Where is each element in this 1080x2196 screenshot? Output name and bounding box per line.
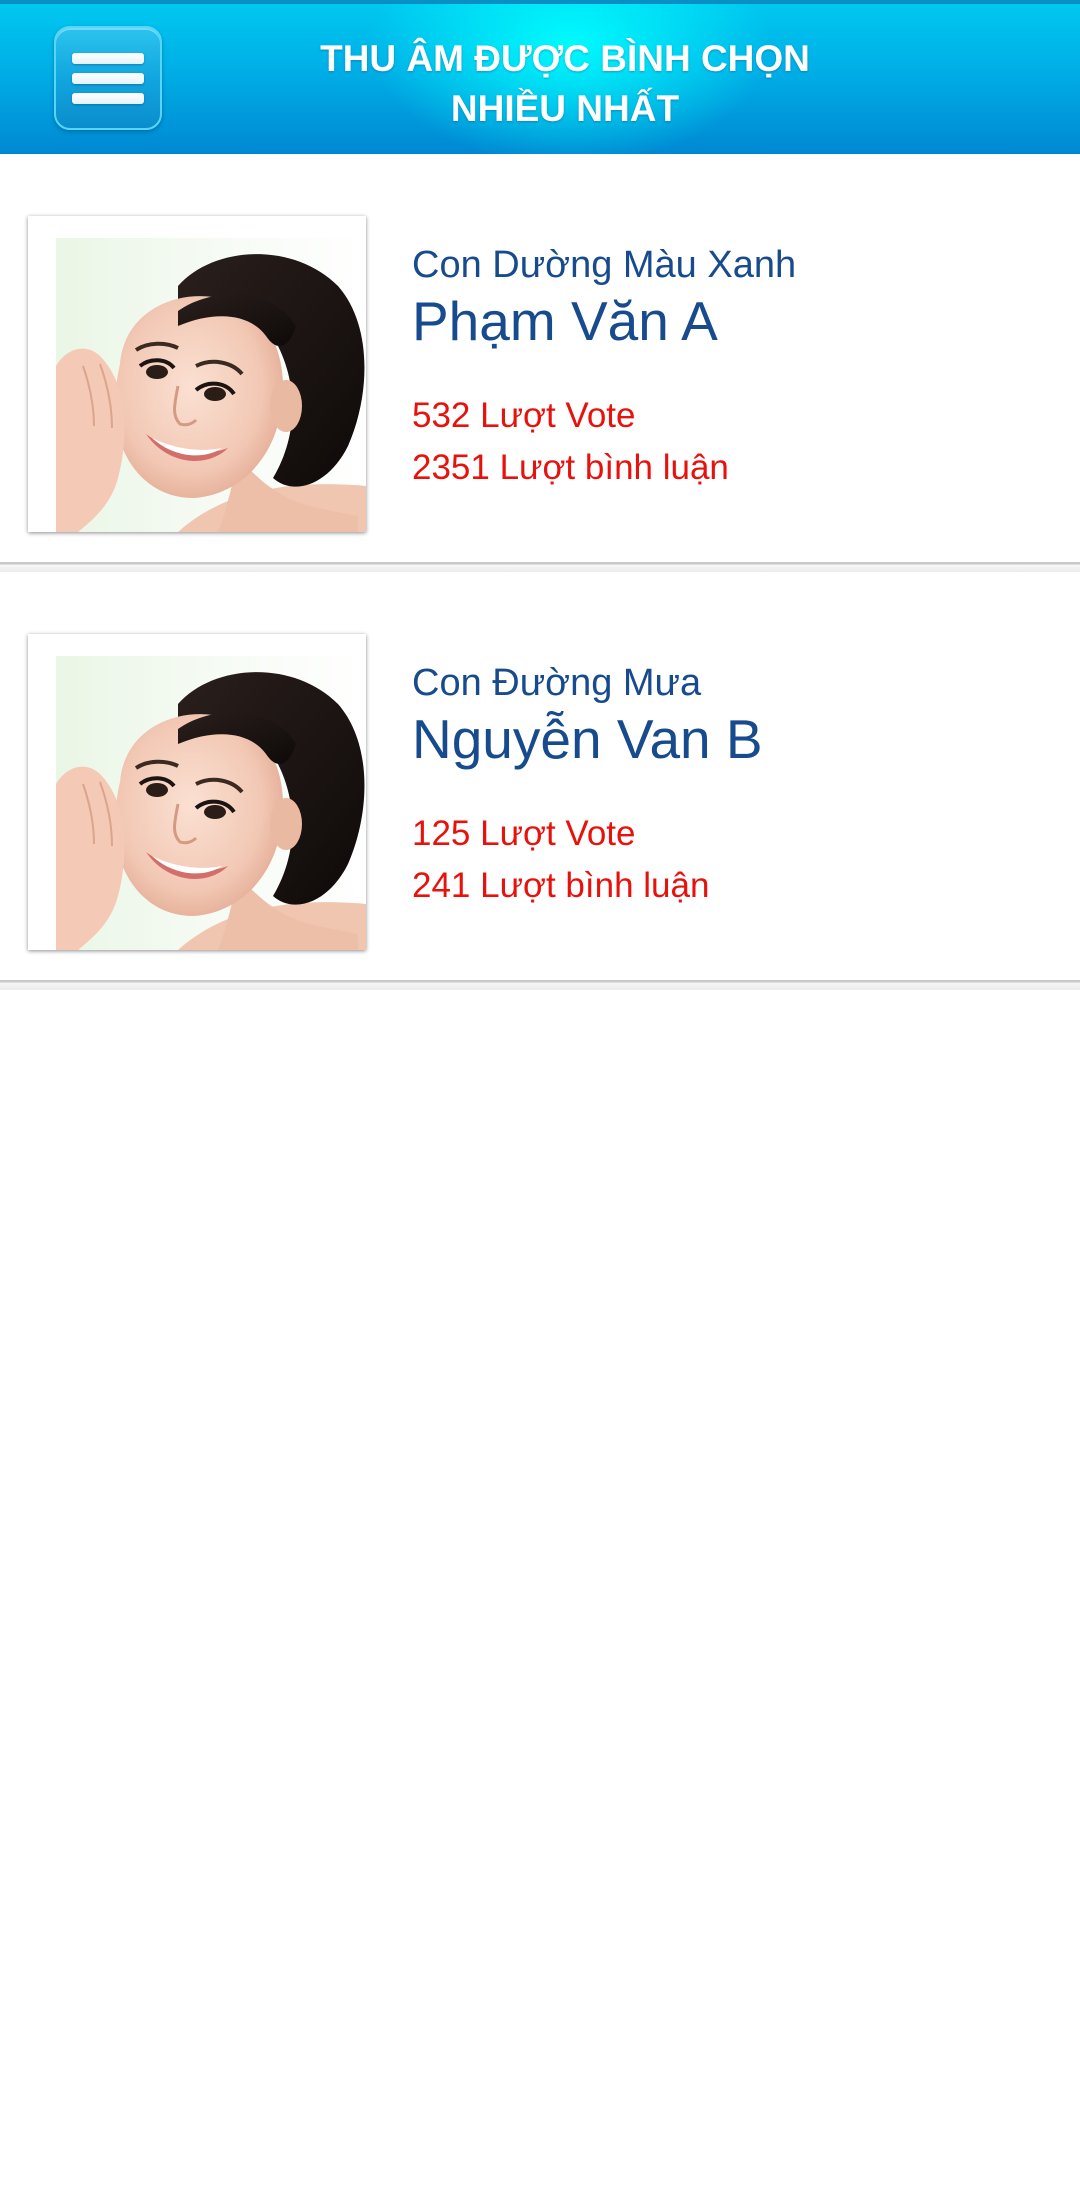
singer-photo-image bbox=[28, 216, 366, 532]
page-title-line-1: THU ÂM ĐƯỢC BÌNH CHỌN bbox=[320, 38, 810, 79]
comment-count: 2351 Lượt bình luận bbox=[412, 448, 729, 487]
song-title: Con Dường Màu Xanh bbox=[412, 244, 797, 286]
menu-button[interactable] bbox=[54, 26, 162, 130]
hamburger-menu-icon-bar bbox=[72, 73, 144, 84]
list-item-recording-1[interactable]: Con Dường Màu Xanh Phạm Văn A 532 Lượt V… bbox=[0, 154, 1080, 572]
vote-count: 125 Lượt Vote bbox=[412, 814, 636, 853]
singer-photo-image bbox=[28, 634, 366, 950]
list-divider bbox=[0, 980, 1080, 990]
app-root: THU ÂM ĐƯỢC BÌNH CHỌN NHIỀU NHẤT Con Dườ… bbox=[0, 0, 1080, 2196]
hamburger-menu-icon-bar bbox=[72, 93, 144, 104]
recording-list: Con Dường Màu Xanh Phạm Văn A 532 Lượt V… bbox=[0, 154, 1080, 990]
comment-count: 241 Lượt bình luận bbox=[412, 866, 710, 905]
recording-info: Con Dường Màu Xanh Phạm Văn A 532 Lượt V… bbox=[412, 242, 1052, 494]
vote-count: 532 Lượt Vote bbox=[412, 396, 636, 435]
song-title: Con Đường Mưa bbox=[412, 662, 702, 704]
page-title: THU ÂM ĐƯỢC BÌNH CHỌN NHIỀU NHẤT bbox=[200, 34, 930, 134]
singer-avatar bbox=[28, 216, 366, 532]
page-title-line-2: NHIỀU NHẤT bbox=[450, 88, 680, 129]
hamburger-menu-icon bbox=[72, 53, 144, 64]
list-item-recording-2[interactable]: Con Đường Mưa Nguyễn Van B 125 Lượt Vote… bbox=[0, 572, 1080, 990]
singer-avatar bbox=[28, 634, 366, 950]
recording-info: Con Đường Mưa Nguyễn Van B 125 Lượt Vote… bbox=[412, 660, 1052, 912]
artist-name: Nguyễn Van B bbox=[412, 708, 763, 770]
list-divider bbox=[0, 562, 1080, 572]
artist-name: Phạm Văn A bbox=[412, 290, 718, 352]
top-header-bar: THU ÂM ĐƯỢC BÌNH CHỌN NHIỀU NHẤT bbox=[0, 0, 1080, 154]
